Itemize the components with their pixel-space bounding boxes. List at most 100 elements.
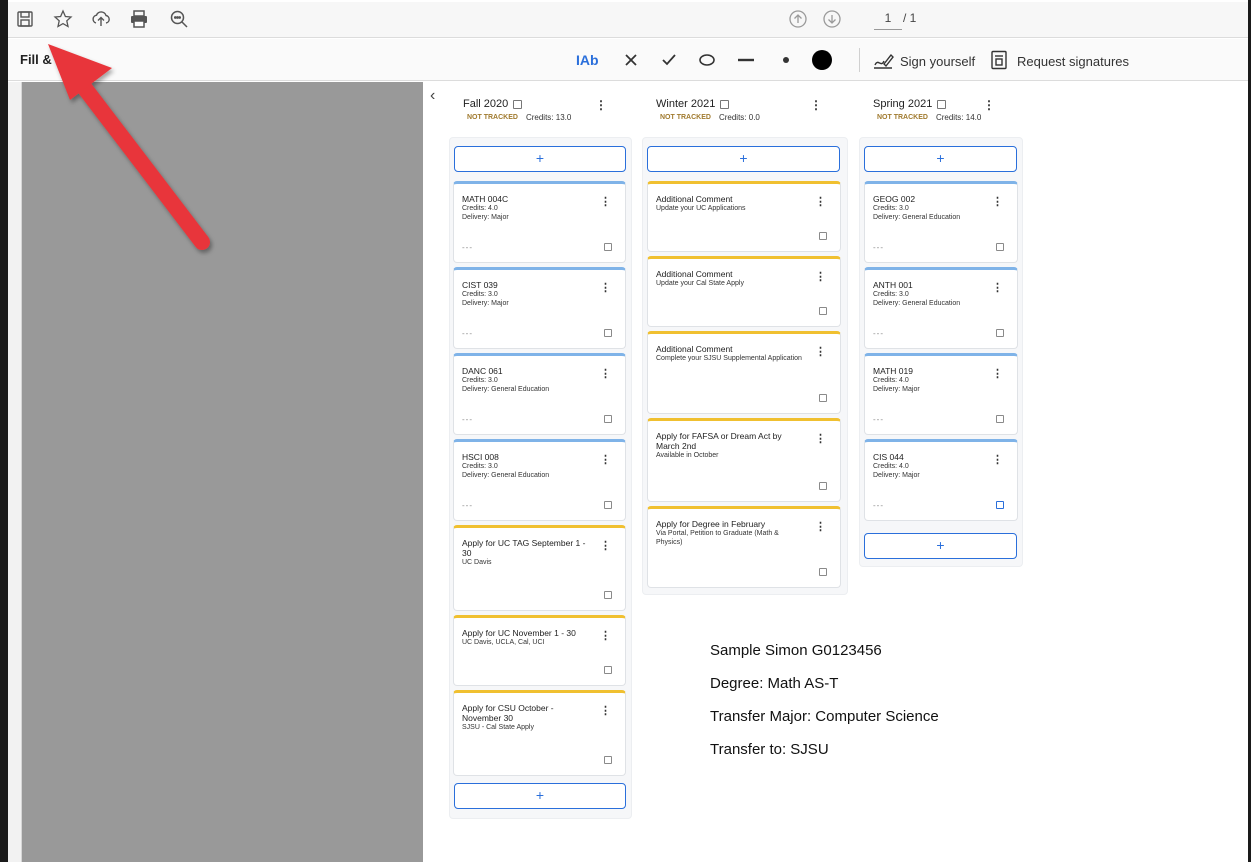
card-menu-icon[interactable]: ⋮: [992, 195, 1003, 208]
card-status-dots: ---: [462, 329, 473, 338]
print-icon[interactable]: [128, 8, 150, 30]
card-title: Apply for CSU October - November 30: [462, 703, 554, 723]
checkmark-icon[interactable]: [658, 49, 680, 71]
sign-yourself-button[interactable]: Sign yourself: [872, 50, 975, 73]
cloud-upload-icon[interactable]: [90, 8, 112, 30]
task-card[interactable]: Apply for CSU October - November 30 SJSU …: [453, 690, 626, 776]
course-card[interactable]: GEOG 002 Credits: 3.0 Delivery: General Ed…: [864, 181, 1018, 263]
chevron-left-icon[interactable]: ‹: [430, 87, 435, 105]
add-item-button[interactable]: +: [647, 146, 840, 172]
note-icon[interactable]: [604, 591, 612, 599]
card-menu-icon[interactable]: ⋮: [815, 520, 826, 533]
color-picker-icon[interactable]: [811, 49, 833, 71]
add-item-button[interactable]: +: [454, 146, 626, 172]
note-icon[interactable]: [604, 756, 612, 764]
note-icon[interactable]: [937, 99, 947, 109]
card-menu-icon[interactable]: ⋮: [992, 453, 1003, 466]
course-card[interactable]: CIST 039 Credits: 3.0 Delivery: Major ⋮ --…: [453, 267, 626, 349]
course-card[interactable]: CIS 044 Credits: 4.0 Delivery: Major ⋮ ---: [864, 439, 1018, 521]
line-tool-icon[interactable]: [735, 49, 757, 71]
card-menu-icon[interactable]: ⋮: [600, 367, 611, 380]
circle-tool-icon[interactable]: [696, 49, 718, 71]
transfer-to-info: Transfer to: SJSU: [710, 741, 829, 758]
task-card[interactable]: Additional Comment Complete your SJSU Sup…: [647, 331, 841, 414]
note-icon[interactable]: [996, 415, 1004, 423]
side-panel-edge: [8, 82, 22, 862]
note-icon[interactable]: [996, 501, 1004, 509]
column-credits: Credits: 14.0: [935, 113, 982, 122]
column-menu-icon[interactable]: ⋮: [983, 98, 995, 112]
task-card[interactable]: Additional Comment Update your UC Applica…: [647, 181, 841, 252]
task-card[interactable]: Apply for Degree in February Via Portal, …: [647, 506, 841, 588]
card-menu-icon[interactable]: ⋮: [815, 270, 826, 283]
task-card[interactable]: Apply for UC November 1 - 30 UC Davis, UC…: [453, 615, 626, 686]
page-total: / 1: [903, 11, 917, 25]
note-icon[interactable]: [604, 243, 612, 251]
card-title: Additional Comment: [656, 344, 733, 354]
course-card[interactable]: DANC 061 Credits: 3.0 Delivery: General Ed…: [453, 353, 626, 435]
previous-page-icon[interactable]: [788, 9, 808, 29]
task-card[interactable]: Apply for FAFSA or Dream Act by March 2n…: [647, 418, 841, 502]
page-number-input[interactable]: 1: [874, 8, 902, 30]
card-delivery: Delivery: Major: [462, 300, 509, 307]
card-credits: Credits: 4.0: [873, 377, 909, 384]
task-card[interactable]: Additional Comment Update your Cal State …: [647, 256, 841, 327]
note-icon[interactable]: [819, 307, 827, 315]
add-item-button[interactable]: +: [864, 146, 1017, 172]
card-status-dots: ---: [873, 329, 884, 338]
zoom-icon[interactable]: [168, 8, 190, 30]
note-icon[interactable]: [604, 415, 612, 423]
column-header-spring-2021: Spring 2021 NOT TRACKED Credits: 14.0 ⋮: [873, 98, 1033, 122]
card-detail: Available in October: [656, 452, 719, 459]
note-icon[interactable]: [604, 501, 612, 509]
add-item-button[interactable]: +: [454, 783, 626, 809]
course-card[interactable]: HSCI 008 Credits: 3.0 Delivery: General Ed…: [453, 439, 626, 521]
card-menu-icon[interactable]: ⋮: [600, 195, 611, 208]
column-menu-icon[interactable]: ⋮: [595, 98, 607, 112]
star-icon[interactable]: [52, 8, 74, 30]
note-icon[interactable]: [996, 243, 1004, 251]
add-text-tool[interactable]: IAb: [576, 49, 599, 71]
card-status-dots: ---: [462, 501, 473, 510]
column-credits: Credits: 0.0: [718, 113, 760, 122]
column-menu-icon[interactable]: ⋮: [810, 98, 822, 112]
card-menu-icon[interactable]: ⋮: [815, 345, 826, 358]
note-icon[interactable]: [996, 329, 1004, 337]
card-menu-icon[interactable]: ⋮: [815, 195, 826, 208]
card-status-dots: ---: [462, 243, 473, 252]
card-title: Additional Comment: [656, 194, 733, 204]
note-icon[interactable]: [604, 329, 612, 337]
note-icon[interactable]: [604, 666, 612, 674]
card-menu-icon[interactable]: ⋮: [600, 704, 611, 717]
note-icon[interactable]: [720, 99, 730, 109]
card-menu-icon[interactable]: ⋮: [600, 453, 611, 466]
request-signatures-button[interactable]: Request signatures: [989, 50, 1129, 73]
note-icon[interactable]: [819, 482, 827, 490]
note-icon[interactable]: [513, 99, 523, 109]
dot-tool-icon[interactable]: [775, 49, 797, 71]
card-credits: Credits: 3.0: [462, 291, 498, 298]
card-menu-icon[interactable]: ⋮: [992, 367, 1003, 380]
note-icon[interactable]: [819, 394, 827, 402]
card-menu-icon[interactable]: ⋮: [815, 432, 826, 445]
course-card[interactable]: MATH 019 Credits: 4.0 Delivery: Major ⋮ --…: [864, 353, 1018, 435]
card-menu-icon[interactable]: ⋮: [992, 281, 1003, 294]
card-credits: Credits: 4.0: [462, 205, 498, 212]
card-detail: SJSU - Cal State Apply: [462, 724, 534, 731]
add-item-button[interactable]: +: [864, 533, 1017, 559]
toolbar-divider: [859, 48, 860, 72]
course-card[interactable]: ANTH 001 Credits: 3.0 Delivery: General Ed…: [864, 267, 1018, 349]
card-status-dots: ---: [873, 243, 884, 252]
note-icon[interactable]: [819, 232, 827, 240]
course-card[interactable]: MATH 004C Credits: 4.0 Delivery: Major ⋮ -…: [453, 181, 626, 263]
task-card[interactable]: Apply for UC TAG September 1 - 30 UC Davi…: [453, 525, 626, 611]
save-icon[interactable]: [14, 8, 36, 30]
card-menu-icon[interactable]: ⋮: [600, 629, 611, 642]
card-title: Additional Comment: [656, 269, 733, 279]
card-menu-icon[interactable]: ⋮: [600, 281, 611, 294]
next-page-icon[interactable]: [822, 9, 842, 29]
cross-mark-icon[interactable]: [620, 49, 642, 71]
card-menu-icon[interactable]: ⋮: [600, 539, 611, 552]
note-icon[interactable]: [819, 568, 827, 576]
card-credits: Credits: 3.0: [873, 205, 909, 212]
